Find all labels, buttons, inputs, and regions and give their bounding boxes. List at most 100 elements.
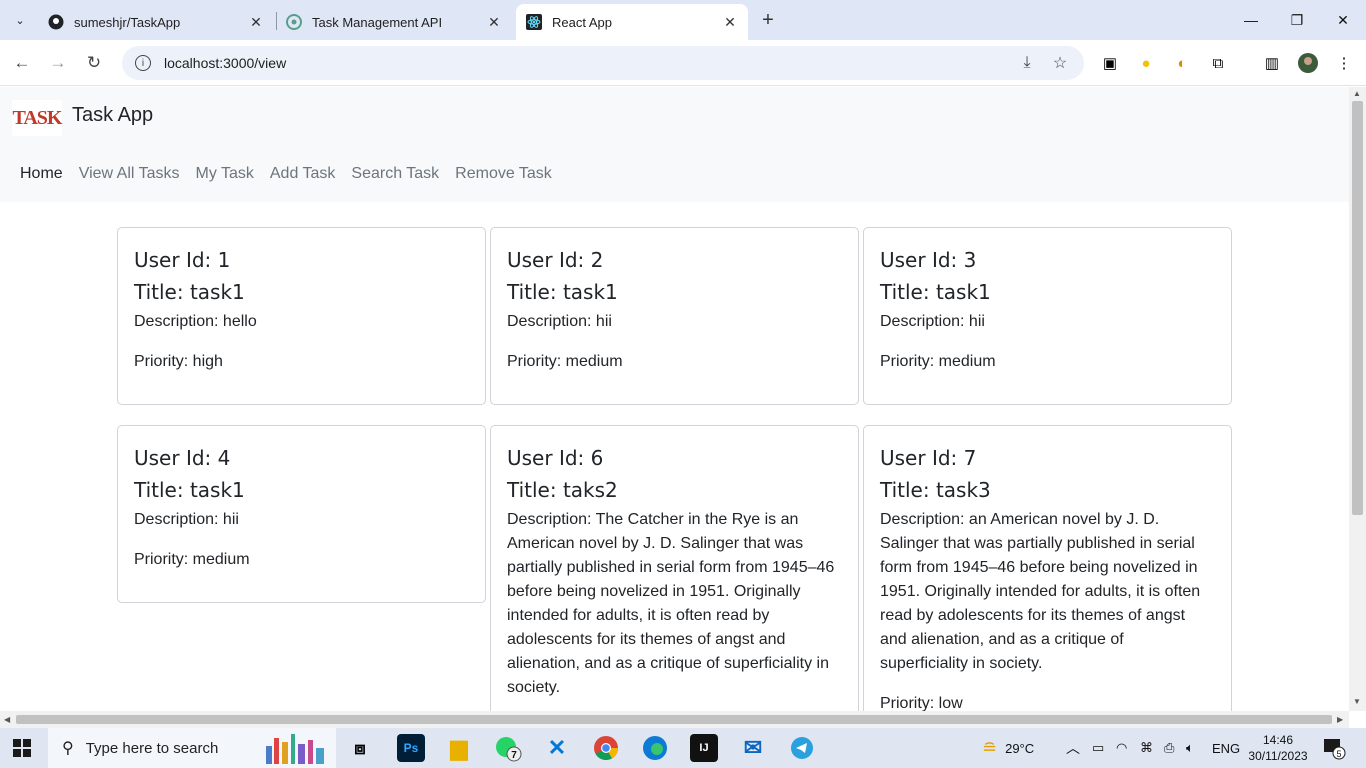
- url-text: localhost:3000/view: [164, 55, 287, 71]
- tab-title: React App: [552, 14, 612, 30]
- clock-date: 30/11/2023: [1248, 749, 1308, 763]
- task-user-id: User Id: 2: [507, 248, 604, 272]
- battery-icon[interactable]: ▭: [1092, 728, 1104, 768]
- task-priority: Priority: medium: [507, 353, 623, 370]
- brand-name[interactable]: Task App: [72, 104, 153, 127]
- task-card: User Id: 6 Title: taks2 Description: The…: [490, 425, 859, 711]
- scroll-down-icon[interactable]: ▼: [1353, 697, 1361, 706]
- browser-tab-strip: ⌄ sumeshjr/TaskApp ✕ Task Management API…: [0, 0, 1366, 40]
- nav-links: Home View All Tasks My Task Add Task Sea…: [12, 165, 560, 183]
- tab-api[interactable]: Task Management API ✕: [276, 4, 512, 40]
- brand-logo[interactable]: TASK: [12, 100, 62, 136]
- page-viewport: TASK Task App Home View All Tasks My Tas…: [0, 87, 1349, 711]
- nav-remove-task[interactable]: Remove Task: [447, 165, 560, 183]
- telegram-icon[interactable]: [788, 734, 816, 762]
- windows-taskbar: ⚲ Type here to search ⧈ Ps ▆ 7 ✕ IJ ✉ ≘ …: [0, 728, 1366, 768]
- nav-my-task[interactable]: My Task: [187, 165, 261, 183]
- task-title: Title: task1: [134, 478, 245, 502]
- task-priority: Priority: high: [134, 353, 223, 370]
- close-window-button[interactable]: ✕: [1320, 0, 1366, 40]
- tab-search-chevron-icon[interactable]: ⌄: [8, 8, 32, 32]
- close-icon[interactable]: ✕: [248, 14, 264, 31]
- menu-kebab-icon[interactable]: ⋮: [1333, 52, 1355, 74]
- volume-icon[interactable]: 🔈︎: [1186, 728, 1194, 768]
- clock-time: 14:46: [1262, 733, 1294, 747]
- task-card: User Id: 1 Title: task1 Description: hel…: [117, 227, 486, 405]
- search-icon: ⚲: [62, 740, 74, 757]
- task-description: Description: hii: [880, 313, 985, 330]
- taskbar-search-placeholder: Type here to search: [85, 739, 219, 757]
- openai-icon: [286, 14, 302, 30]
- reload-button[interactable]: ↻: [80, 49, 108, 77]
- extension-clock-icon[interactable]: ◐: [1171, 52, 1193, 74]
- browser-toolbar: ← → ↻ i localhost:3000/view ⤓ ☆ ▣ ● ◐ ⧉ …: [0, 40, 1366, 86]
- task-user-id: User Id: 7: [880, 446, 977, 470]
- new-tab-button[interactable]: +: [754, 6, 782, 34]
- task-description: Description: hello: [134, 313, 257, 330]
- whatsapp-badge: 7: [511, 750, 517, 761]
- horizontal-scroll-thumb[interactable]: [16, 715, 1332, 724]
- clock[interactable]: 14:46 30/11/2023: [1248, 728, 1308, 768]
- minimize-button[interactable]: —: [1228, 0, 1274, 40]
- language-indicator[interactable]: ENG: [1212, 728, 1240, 768]
- whatsapp-icon[interactable]: 7: [494, 734, 522, 762]
- horizontal-scrollbar[interactable]: ◀ ▶: [0, 711, 1349, 728]
- back-button[interactable]: ←: [8, 49, 36, 77]
- meet-now-icon[interactable]: ⎙: [1164, 728, 1174, 768]
- tab-github[interactable]: sumeshjr/TaskApp ✕: [38, 4, 274, 40]
- task-priority: Priority: medium: [880, 353, 996, 370]
- tray-chevron-up-icon[interactable]: ︿: [1066, 728, 1080, 768]
- wifi-icon[interactable]: ◠: [1116, 728, 1127, 768]
- forward-button[interactable]: →: [44, 49, 72, 77]
- mail-icon[interactable]: ✉: [739, 734, 767, 762]
- bookmark-star-icon[interactable]: ☆: [1050, 53, 1070, 73]
- scroll-right-icon[interactable]: ▶: [1337, 715, 1343, 724]
- address-bar[interactable]: i localhost:3000/view: [122, 46, 1084, 80]
- tab-react-app[interactable]: React App ✕: [516, 4, 748, 40]
- task-description: Description: hii: [507, 313, 612, 330]
- vertical-scrollbar[interactable]: ▲ ▼: [1349, 87, 1366, 711]
- side-panel-icon[interactable]: ▥: [1261, 52, 1283, 74]
- extensions-puzzle-icon[interactable]: ⧉: [1207, 52, 1229, 74]
- weather-widget[interactable]: ≘ 29°C: [982, 728, 1034, 768]
- nav-search-task[interactable]: Search Task: [343, 165, 447, 183]
- close-icon[interactable]: ✕: [486, 14, 502, 31]
- scroll-left-icon[interactable]: ◀: [4, 715, 10, 724]
- task-title: Title: task1: [507, 280, 618, 304]
- intellij-icon[interactable]: IJ: [690, 734, 718, 762]
- nav-add-task[interactable]: Add Task: [262, 165, 344, 183]
- install-app-icon[interactable]: ⤓: [1017, 53, 1037, 73]
- photoshop-icon[interactable]: Ps: [397, 734, 425, 762]
- network-icon[interactable]: ⌘: [1140, 728, 1153, 768]
- chrome-icon[interactable]: [592, 734, 620, 762]
- profile-avatar[interactable]: [1297, 52, 1319, 74]
- task-view-icon[interactable]: ⧈: [346, 734, 374, 762]
- weather-sun-icon: ≘: [982, 737, 998, 758]
- nav-view-all-tasks[interactable]: View All Tasks: [71, 165, 188, 183]
- tab-title: Task Management API: [312, 14, 443, 30]
- task-user-id: User Id: 6: [507, 446, 604, 470]
- vertical-scroll-thumb[interactable]: [1352, 101, 1363, 515]
- task-user-id: User Id: 4: [134, 446, 231, 470]
- task-title: Title: task1: [880, 280, 991, 304]
- scroll-up-icon[interactable]: ▲: [1353, 89, 1361, 98]
- vscode-icon[interactable]: ✕: [543, 734, 571, 762]
- dark-mode-moon-icon[interactable]: ●: [1135, 52, 1157, 74]
- restore-button[interactable]: ❐: [1274, 0, 1320, 40]
- notifications-badge: 5: [1336, 749, 1341, 759]
- nav-home[interactable]: Home: [12, 165, 71, 183]
- reader-icon[interactable]: ▣: [1099, 52, 1121, 74]
- close-icon[interactable]: ✕: [722, 14, 738, 31]
- task-description: Description: hii: [134, 511, 239, 528]
- task-title: Title: taks2: [507, 478, 618, 502]
- site-info-icon[interactable]: i: [135, 55, 151, 71]
- task-card: User Id: 2 Title: task1 Description: hii…: [490, 227, 859, 405]
- windows-start-icon[interactable]: [13, 739, 31, 757]
- notifications-icon[interactable]: 5: [1322, 728, 1346, 768]
- edge-icon[interactable]: [641, 734, 669, 762]
- file-explorer-icon[interactable]: ▆: [445, 734, 473, 762]
- app-navbar: TASK Task App Home View All Tasks My Tas…: [0, 87, 1349, 202]
- task-title: Title: task1: [134, 280, 245, 304]
- search-highlight-city-icon[interactable]: [262, 732, 332, 764]
- react-icon: [526, 14, 542, 30]
